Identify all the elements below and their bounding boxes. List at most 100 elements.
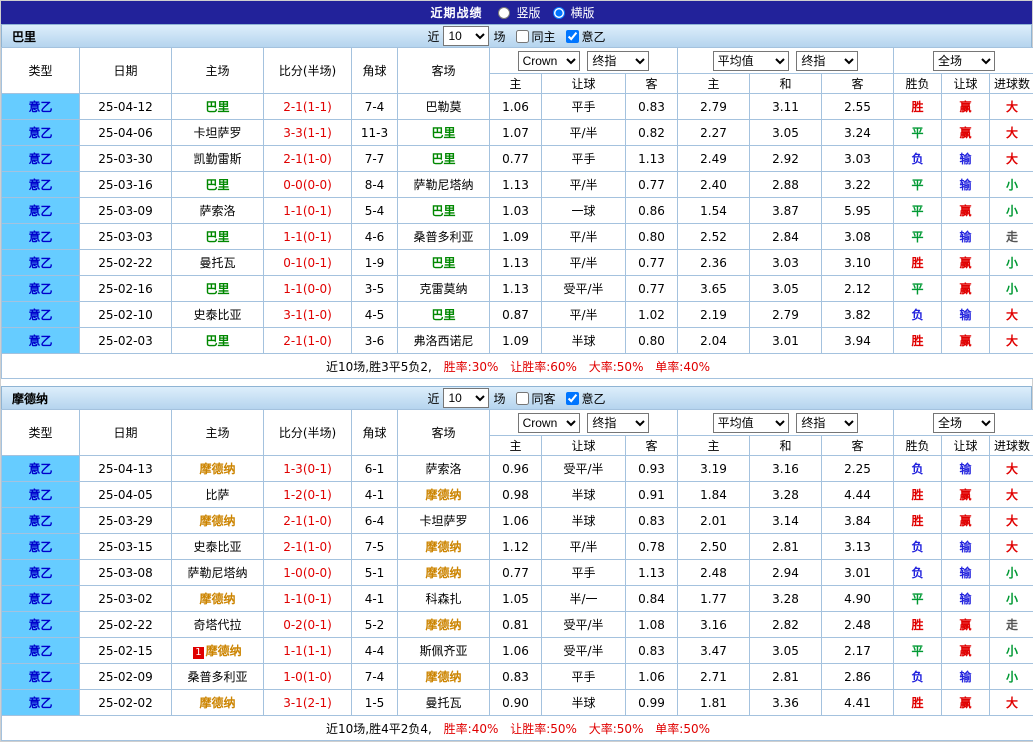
result-cell: 胜	[894, 690, 942, 716]
corners-cell: 7-4	[352, 94, 398, 120]
match-row: 意乙25-02-09桑普多利亚1-0(1-0)7-4摩德纳0.83平手1.062…	[2, 664, 1033, 690]
result-cell: 输	[942, 534, 990, 560]
type-cell: 意乙	[2, 638, 80, 664]
odds-cell: 3.19	[678, 456, 750, 482]
corners-cell: 4-6	[352, 224, 398, 250]
odds-cell: 平/半	[542, 534, 626, 560]
same-venue-checkbox[interactable]	[516, 392, 529, 405]
result-cell: 大	[990, 146, 1033, 172]
away-team-cell: 斯佩齐亚	[398, 638, 490, 664]
horizontal-layout-radio[interactable]	[553, 7, 565, 19]
odds-cell: 半球	[542, 508, 626, 534]
match-row: 意乙25-02-10史泰比亚3-1(1-0)4-5巴里0.87平/半1.022.…	[2, 302, 1033, 328]
type-cell: 意乙	[2, 690, 80, 716]
result-cell: 小	[990, 560, 1033, 586]
section-divider	[1, 379, 1032, 386]
corners-cell: 6-1	[352, 456, 398, 482]
match-row: 意乙25-03-08萨勒尼塔纳1-0(0-0)5-1摩德纳0.77平手1.132…	[2, 560, 1033, 586]
result-cell: 胜	[894, 612, 942, 638]
final-odds-select[interactable]: 终指	[587, 51, 649, 71]
type-cell: 意乙	[2, 612, 80, 638]
odds-cell: 3.16	[750, 456, 822, 482]
handicap-odds-group: Crown 终指	[490, 48, 678, 74]
games-count-select[interactable]: 10	[443, 26, 489, 46]
fullmatch-select[interactable]: 全场	[933, 413, 995, 433]
score-cell: 2-1(1-0)	[264, 508, 352, 534]
final-odds-select[interactable]: 终指	[796, 51, 858, 71]
odds-cell: 2.92	[750, 146, 822, 172]
type-cell: 意乙	[2, 172, 80, 198]
odds-cell: 2.82	[750, 612, 822, 638]
result-cell: 负	[894, 456, 942, 482]
games-count-select[interactable]: 10	[443, 388, 489, 408]
bookmaker-select[interactable]: Crown	[518, 51, 580, 71]
games-label: 场	[493, 28, 505, 45]
match-row: 意乙25-02-151摩德纳1-1(1-1)4-4斯佩齐亚1.06受平/半0.8…	[2, 638, 1033, 664]
odds-cell: 3.05	[750, 276, 822, 302]
team-name: 巴里	[431, 308, 455, 322]
type-cell: 意乙	[2, 198, 80, 224]
corners-cell: 7-5	[352, 534, 398, 560]
away-team-cell: 摩德纳	[398, 612, 490, 638]
team-name: 摩德纳	[199, 462, 235, 476]
odds-cell: 2.71	[678, 664, 750, 690]
col-score: 比分(半场)	[264, 410, 352, 456]
type-cell: 意乙	[2, 146, 80, 172]
team-name: 曼托瓦	[199, 256, 235, 270]
result-cell: 大	[990, 690, 1033, 716]
corners-cell: 4-5	[352, 302, 398, 328]
league-filter-checkbox[interactable]	[566, 392, 579, 405]
average-select[interactable]: 平均值	[713, 413, 789, 433]
score-cell: 0-2(0-1)	[264, 612, 352, 638]
same-venue-checkbox[interactable]	[516, 30, 529, 43]
home-team-cell: 卡坦萨罗	[172, 120, 264, 146]
horizontal-layout-label: 横版	[571, 4, 595, 21]
away-team-cell: 卡坦萨罗	[398, 508, 490, 534]
result-cell: 赢	[942, 690, 990, 716]
match-row: 意乙25-03-30凯勤雷斯2-1(1-0)7-7巴里0.77平手1.132.4…	[2, 146, 1033, 172]
page-title: 近期战绩	[430, 4, 482, 21]
odds-cell: 1.05	[490, 586, 542, 612]
odds-cell: 0.83	[626, 94, 678, 120]
result-cell: 负	[894, 302, 942, 328]
final-odds-select[interactable]: 终指	[796, 413, 858, 433]
average-select[interactable]: 平均值	[713, 51, 789, 71]
odds-cell: 2.04	[678, 328, 750, 354]
away-team-cell: 巴勒莫	[398, 94, 490, 120]
team-name: 巴勒莫	[425, 100, 461, 114]
score-cell: 2-1(1-1)	[264, 94, 352, 120]
team-name: 弗洛西诺尼	[413, 334, 473, 348]
final-odds-select[interactable]: 终指	[587, 413, 649, 433]
match-row: 意乙25-03-03巴里1-1(0-1)4-6桑普多利亚1.09平/半0.802…	[2, 224, 1033, 250]
bookmaker-select[interactable]: Crown	[518, 413, 580, 433]
type-cell: 意乙	[2, 250, 80, 276]
score-cell: 0-1(0-1)	[264, 250, 352, 276]
match-row: 意乙25-04-06卡坦萨罗3-3(1-1)11-3巴里1.07平/半0.822…	[2, 120, 1033, 146]
fullmatch-select[interactable]: 全场	[933, 51, 995, 71]
result-cell: 平	[894, 172, 942, 198]
result-cell: 胜	[894, 328, 942, 354]
result-cell: 输	[942, 302, 990, 328]
league-filter-checkbox[interactable]	[566, 30, 579, 43]
team-name: 巴里	[205, 334, 229, 348]
matches-body-1: 意乙25-04-13摩德纳1-3(0-1)6-1萨索洛0.96受平/半0.933…	[2, 456, 1033, 716]
odds-cell: 平/半	[542, 224, 626, 250]
result-cell: 大	[990, 302, 1033, 328]
match-date: 25-02-15	[80, 638, 172, 664]
col-date: 日期	[80, 410, 172, 456]
odds-cell: 1.12	[490, 534, 542, 560]
away-team-cell: 巴里	[398, 250, 490, 276]
result-cell: 输	[942, 664, 990, 690]
result-cell: 赢	[942, 250, 990, 276]
result-cell: 输	[942, 224, 990, 250]
result-cell: 平	[894, 276, 942, 302]
away-team-cell: 曼托瓦	[398, 690, 490, 716]
match-date: 25-03-16	[80, 172, 172, 198]
corners-cell: 5-1	[352, 560, 398, 586]
result-cell: 胜	[894, 482, 942, 508]
vertical-layout-radio[interactable]	[498, 7, 510, 19]
team-name: 史泰比亚	[193, 540, 241, 554]
away-team-cell: 科森扎	[398, 586, 490, 612]
summary-stat: 胜率:30%	[444, 360, 499, 374]
league-filter-label: 意乙	[582, 390, 606, 407]
